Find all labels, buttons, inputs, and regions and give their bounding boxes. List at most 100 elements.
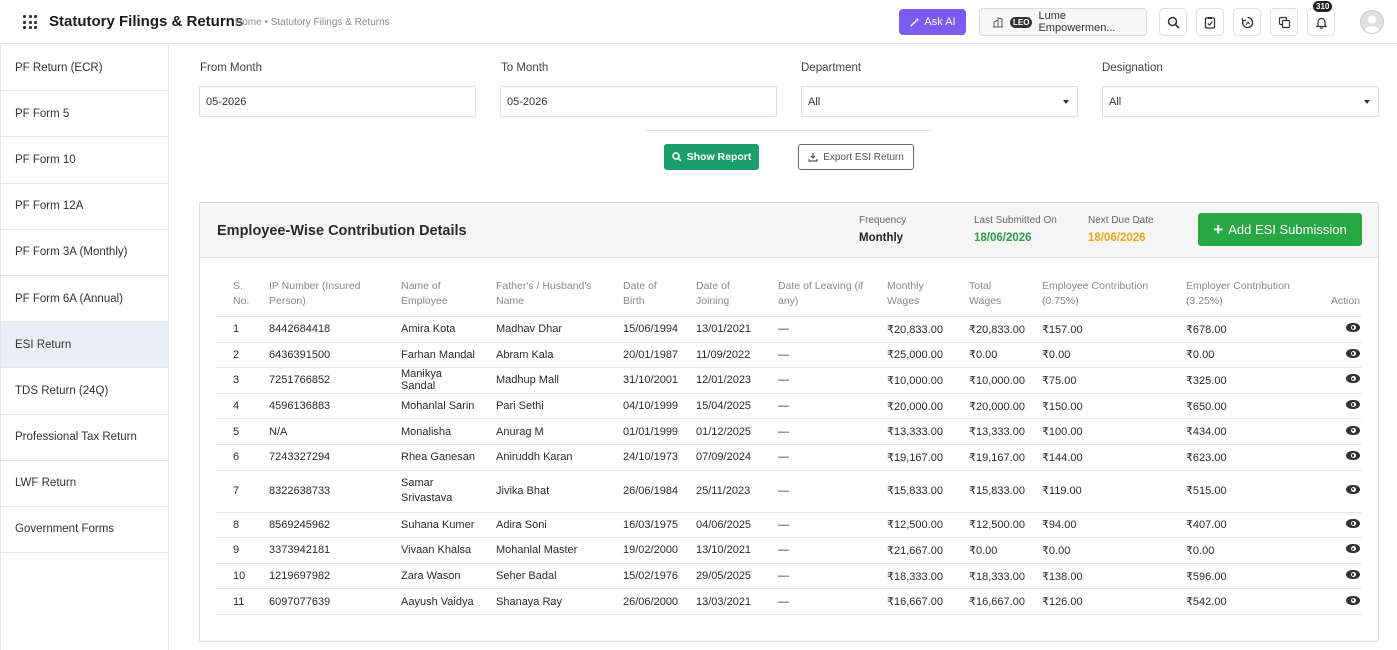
cell-dob: 01/01/1999 [606, 418, 679, 445]
cell-monthly-wages: ₹19,167.00 [870, 444, 952, 471]
table-row: 2 6436391500 Farhan Mandal Abram Kala 20/01/… [216, 342, 1362, 369]
cell-ip-number: 4596136883 [252, 393, 384, 420]
view-eye-icon[interactable] [1346, 484, 1360, 494]
clipboard-button[interactable] [1196, 8, 1224, 36]
view-eye-icon[interactable] [1346, 400, 1360, 410]
cell-employee-contribution: ₹157.00 [1024, 316, 1169, 343]
cell-employee-contribution: ₹126.00 [1024, 588, 1169, 615]
cell-employee-contribution: ₹100.00 [1024, 418, 1169, 445]
cell-total-wages: ₹10,000.00 [952, 367, 1025, 394]
cell-total-wages: ₹19,167.00 [952, 444, 1025, 471]
cell-ip-number: 7251766852 [252, 367, 384, 394]
sidebar-item-lwf-return[interactable]: LWF Return [1, 461, 168, 507]
cell-doj: 13/03/2021 [679, 588, 761, 615]
cell-sno: 8 [216, 512, 252, 539]
view-eye-icon[interactable] [1346, 425, 1360, 435]
sidebar-item-pf-form-3a[interactable]: PF Form 3A (Monthly) [1, 230, 168, 276]
top-header: Statutory Filings & Returns Home • Statu… [0, 0, 1397, 44]
designation-select[interactable]: All [1102, 86, 1379, 117]
copy-button[interactable] [1270, 8, 1298, 36]
cell-doj: 11/09/2022 [679, 342, 761, 369]
sidebar-item-label: LWF Return [15, 477, 77, 490]
cell-dol: — [761, 342, 870, 369]
sidebar-item-pf-form-6a[interactable]: PF Form 6A (Annual) [1, 276, 168, 323]
view-eye-icon[interactable] [1346, 595, 1360, 605]
ask-ai-button[interactable]: Ask AI [899, 9, 966, 35]
cell-ip-number: 1219697982 [252, 563, 384, 590]
breadcrumb[interactable]: Home • Statutory Filings & Returns [235, 17, 390, 28]
department-select[interactable]: All [801, 86, 1078, 117]
cell-employee-contribution: ₹0.00 [1024, 342, 1169, 369]
refresh-button[interactable] [1233, 8, 1261, 36]
cell-sno: 11 [216, 588, 252, 615]
export-esi-return-button[interactable]: Export ESI Return [798, 144, 914, 170]
from-month-label: From Month [200, 62, 262, 74]
search-icon [1167, 16, 1180, 29]
show-report-button[interactable]: Show Report [664, 144, 759, 170]
cell-dob: 20/01/1987 [606, 342, 679, 369]
cell-employee-name: Mohanlal Sarin [384, 393, 479, 420]
cell-total-wages: ₹13,333.00 [952, 418, 1025, 445]
sidebar-item-pf-return-ecr[interactable]: PF Return (ECR) [1, 45, 168, 92]
cell-total-wages: ₹0.00 [952, 537, 1025, 564]
organization-selector[interactable]: LEO Lume Empowermen... [979, 8, 1147, 36]
view-eye-icon[interactable] [1346, 518, 1360, 528]
cell-doj: 15/04/2025 [679, 393, 761, 420]
cell-action [1310, 316, 1362, 343]
cell-ip-number: 8569245962 [252, 512, 384, 539]
cell-sno: 5 [216, 418, 252, 445]
cell-sno: 10 [216, 563, 252, 590]
last-submitted-value: 18/06/2026 [974, 232, 1032, 244]
table-row: 1 8442684418 Amira Kota Madhav Dhar 15/06/19… [216, 316, 1362, 343]
cell-father-name: Adira Soni [479, 512, 606, 539]
cell-dol: — [761, 316, 870, 343]
plus-icon: + [1213, 220, 1224, 239]
cell-father-name: Pari Sethi [479, 393, 606, 420]
cell-employee-contribution: ₹0.00 [1024, 537, 1169, 564]
cell-employee-name: Farhan Mandal [384, 342, 479, 369]
sidebar-item-pf-form-12a[interactable]: PF Form 12A [1, 184, 168, 230]
cell-action [1310, 444, 1362, 471]
col-employee-name: Name of Employee [384, 275, 479, 317]
cell-doj: 01/12/2025 [679, 418, 761, 445]
cell-total-wages: ₹20,833.00 [952, 316, 1025, 343]
cell-ip-number: 8322638733 [252, 470, 384, 513]
view-eye-icon[interactable] [1346, 570, 1360, 580]
user-avatar[interactable] [1360, 10, 1384, 34]
add-esi-submission-button[interactable]: + Add ESI Submission [1198, 213, 1362, 246]
cell-doj: 13/10/2021 [679, 537, 761, 564]
view-eye-icon[interactable] [1346, 544, 1360, 554]
sidebar-item-government-forms[interactable]: Government Forms [1, 507, 168, 554]
cell-ip-number: 7243327294 [252, 444, 384, 471]
sidebar-item-tds-return[interactable]: TDS Return (24Q) [1, 368, 168, 415]
from-month-input[interactable]: 05-2026 [199, 86, 476, 117]
table-row: 6 7243327294 Rhea Ganesan Aniruddh Karan 24/… [216, 444, 1362, 471]
sidebar-item-pf-form-5[interactable]: PF Form 5 [1, 91, 168, 138]
sidebar-item-professional-tax[interactable]: Professional Tax Return [1, 415, 168, 461]
sidebar-item-esi-return[interactable]: ESI Return [1, 322, 168, 369]
cell-total-wages: ₹15,833.00 [952, 470, 1025, 513]
cell-dol: — [761, 563, 870, 590]
designation-value: All [1109, 95, 1122, 108]
clipboard-check-icon [1204, 16, 1216, 29]
cell-employer-contribution: ₹623.00 [1168, 444, 1311, 471]
search-button[interactable] [1159, 8, 1187, 36]
download-icon [808, 153, 818, 162]
cell-sno: 4 [216, 393, 252, 420]
apps-grid-icon[interactable] [23, 15, 37, 29]
sidebar-item-pf-form-10[interactable]: PF Form 10 [1, 137, 168, 184]
view-eye-icon[interactable] [1346, 451, 1360, 461]
cell-dob: 31/10/2001 [606, 367, 679, 394]
cell-sno: 3 [216, 367, 252, 394]
view-eye-icon[interactable] [1346, 374, 1360, 384]
to-month-input[interactable]: 05-2026 [500, 86, 777, 117]
to-month-label: To Month [501, 62, 549, 74]
cell-employer-contribution: ₹542.00 [1168, 588, 1311, 615]
view-eye-icon[interactable] [1346, 348, 1360, 358]
notifications-button[interactable] [1307, 8, 1335, 36]
col-father-name: Father's / Husband's Name [479, 275, 606, 317]
view-eye-icon[interactable] [1346, 323, 1360, 333]
cell-doj: 25/11/2023 [679, 470, 761, 513]
sidebar-item-label: ESI Return [15, 338, 72, 351]
add-esi-label: Add ESI Submission [1228, 222, 1347, 237]
